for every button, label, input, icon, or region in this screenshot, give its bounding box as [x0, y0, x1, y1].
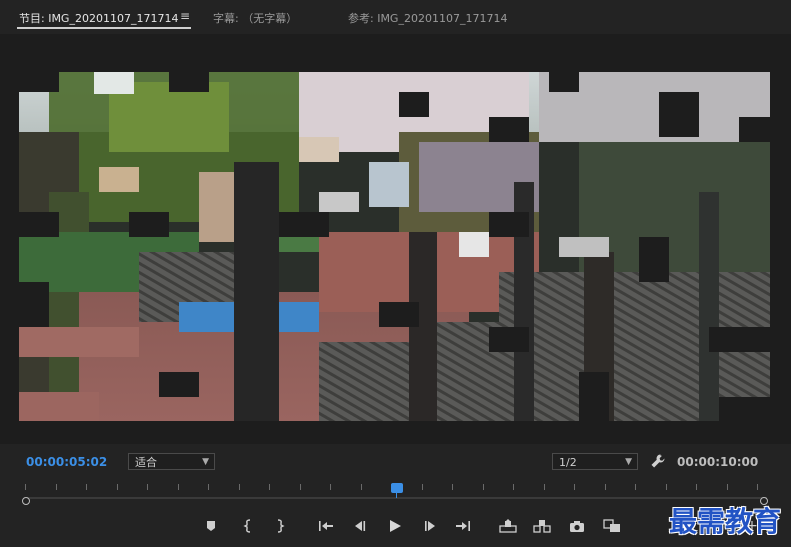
step-forward-icon [425, 521, 435, 531]
ruler-tick [299, 484, 301, 490]
ruler-tick [604, 484, 606, 490]
tab-reference[interactable]: 参考: IMG_20201107_171714 [348, 10, 507, 26]
extract-icon [533, 520, 551, 533]
zoom-level-value: 适合 [135, 456, 157, 469]
mark-in-icon [243, 519, 251, 533]
step-back-icon [355, 521, 366, 531]
go-to-out-icon [456, 521, 470, 531]
ruler-tick [665, 484, 667, 490]
ruler-tick [147, 484, 148, 490]
ruler-tick [482, 484, 484, 490]
zoom-level-select[interactable]: 适合 ▼ [128, 453, 215, 470]
ruler-tick [177, 484, 179, 490]
panel-menu-icon[interactable]: ≡ [180, 9, 190, 23]
go-to-out-button[interactable] [453, 516, 473, 536]
ruler-tick [360, 484, 362, 490]
add-marker-button[interactable] [201, 516, 221, 536]
marker-icon [207, 521, 215, 531]
active-tab-underline [17, 27, 191, 29]
ruler-tick [330, 484, 331, 490]
panel-tab-bar: 节目: IMG_20201107_171714 ≡ 字幕: （无字幕） 参考: … [0, 0, 791, 34]
ruler-tick [421, 484, 423, 490]
watermark-logo: 最需教育 [669, 505, 782, 538]
ruler-tick [25, 484, 26, 490]
play-button[interactable] [385, 516, 405, 536]
play-icon [390, 520, 401, 532]
ruler-tick [635, 484, 636, 490]
mark-in-button[interactable] [238, 516, 258, 536]
go-to-in-button[interactable] [316, 516, 336, 536]
playhead-handle[interactable] [391, 483, 403, 493]
camera-icon [570, 520, 584, 532]
playhead-line [396, 491, 397, 498]
playback-resolution-value: 1/2 [559, 456, 577, 469]
ruler-tick [726, 484, 728, 490]
ruler-tick [269, 484, 270, 490]
wrench-icon[interactable] [650, 453, 666, 469]
ruler-tick [86, 484, 87, 490]
zoom-scroll-start-handle[interactable] [22, 497, 30, 505]
playback-resolution-select[interactable]: 1/2 ▼ [552, 453, 638, 470]
tab-captions[interactable]: 字幕: （无字幕） [213, 10, 297, 26]
ruler-tick [696, 484, 697, 490]
compare-icon [603, 519, 620, 532]
ruler-tick [543, 484, 545, 490]
chevron-down-icon: ▼ [625, 457, 632, 467]
video-frame [19, 72, 770, 421]
extract-button[interactable] [532, 516, 552, 536]
current-timecode[interactable]: 00:00:05:02 [26, 455, 107, 469]
mark-out-icon [277, 519, 285, 533]
export-frame-button[interactable] [567, 516, 587, 536]
comparison-view-button[interactable] [602, 516, 622, 536]
go-to-in-icon [319, 521, 333, 531]
step-back-button[interactable] [350, 516, 370, 536]
mark-out-button[interactable] [270, 516, 290, 536]
chevron-down-icon: ▼ [202, 457, 209, 467]
ruler-tick [116, 484, 118, 490]
ruler-tick [574, 484, 575, 490]
lift-icon [499, 519, 517, 533]
ruler-tick [452, 484, 453, 490]
ruler-tick [238, 484, 240, 490]
ruler-tick [55, 484, 57, 490]
tab-program[interactable]: 节目: IMG_20201107_171714 [19, 10, 178, 26]
ruler-tick [757, 484, 758, 490]
ruler-tick [513, 484, 514, 490]
step-forward-button[interactable] [420, 516, 440, 536]
duration-timecode: 00:00:10:00 [677, 455, 759, 469]
ruler-tick [208, 484, 209, 490]
mosaic-video-image [19, 72, 770, 421]
lift-button[interactable] [498, 516, 518, 536]
